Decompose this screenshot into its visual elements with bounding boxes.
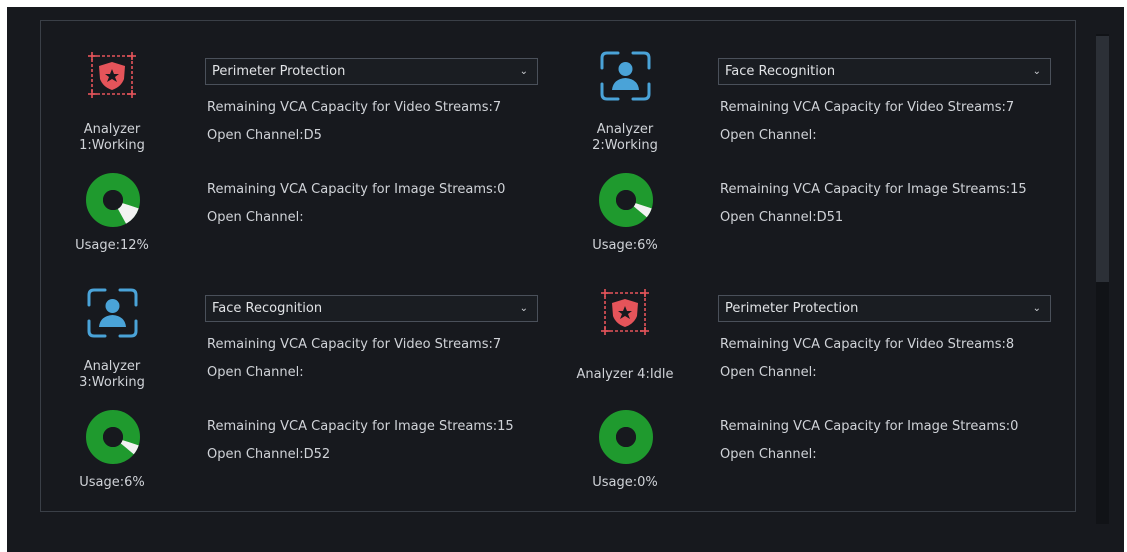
- chevron-down-icon: ⌄: [519, 66, 528, 77]
- image-open-channel: Open Channel:: [207, 210, 304, 225]
- image-open-channel: Open Channel:D52: [207, 447, 331, 462]
- analyzer-name: Analyzer 2:Working: [592, 122, 658, 153]
- usage-label: Usage:12%: [75, 238, 149, 253]
- analyzer-card: Analyzer 4:Idle Usage:0% Perimeter Prote…: [576, 285, 1086, 525]
- scrollbar[interactable]: [1096, 34, 1109, 524]
- chevron-down-icon: ⌄: [1032, 303, 1041, 314]
- analyzer-card: Analyzer 2:Working Usage:6% Face Recogni…: [586, 48, 1086, 288]
- usage-label: Usage:6%: [592, 238, 658, 253]
- image-open-channel: Open Channel:D51: [720, 210, 844, 225]
- analyzer-card: Analyzer 3:Working Usage:6% Face Recogni…: [73, 285, 573, 525]
- video-open-channel: Open Channel:: [207, 365, 304, 380]
- video-capacity: Remaining VCA Capacity for Video Streams…: [720, 337, 1015, 352]
- function-select-value: Perimeter Protection: [212, 64, 346, 79]
- usage-label: Usage:6%: [79, 475, 145, 490]
- function-select[interactable]: Face Recognition ⌄: [205, 295, 538, 322]
- video-open-channel: Open Channel:: [720, 365, 817, 380]
- usage-donut: [598, 409, 654, 465]
- usage-donut: [598, 172, 654, 228]
- function-select-value: Face Recognition: [725, 64, 836, 79]
- video-capacity: Remaining VCA Capacity for Video Streams…: [207, 337, 502, 352]
- function-select[interactable]: Face Recognition ⌄: [718, 58, 1051, 85]
- video-capacity: Remaining VCA Capacity for Video Streams…: [720, 100, 1015, 115]
- analyzer-card: Analyzer 1:Working Usage:12% Perimeter P…: [73, 48, 573, 288]
- face-recognition-icon: [596, 48, 656, 108]
- perimeter-shield-icon: [83, 48, 143, 108]
- image-capacity: Remaining VCA Capacity for Image Streams…: [720, 182, 1027, 197]
- analyzer-name: Analyzer 3:Working: [79, 359, 145, 390]
- chevron-down-icon: ⌄: [519, 303, 528, 314]
- function-select-value: Perimeter Protection: [725, 301, 859, 316]
- chevron-down-icon: ⌄: [1032, 66, 1041, 77]
- analyzer-name: Analyzer 4:Idle: [576, 367, 674, 382]
- usage-donut: [85, 172, 141, 228]
- image-open-channel: Open Channel:: [720, 447, 817, 462]
- scrollbar-thumb[interactable]: [1096, 36, 1109, 282]
- function-select[interactable]: Perimeter Protection ⌄: [205, 58, 538, 85]
- video-open-channel: Open Channel:: [720, 128, 817, 143]
- usage-donut: [85, 409, 141, 465]
- function-select-value: Face Recognition: [212, 301, 323, 316]
- face-recognition-icon: [83, 285, 143, 345]
- usage-label: Usage:0%: [592, 475, 658, 490]
- video-open-channel: Open Channel:D5: [207, 128, 322, 143]
- image-capacity: Remaining VCA Capacity for Image Streams…: [720, 419, 1019, 434]
- video-capacity: Remaining VCA Capacity for Video Streams…: [207, 100, 502, 115]
- image-capacity: Remaining VCA Capacity for Image Streams…: [207, 182, 506, 197]
- perimeter-shield-icon: [596, 285, 656, 345]
- vca-settings-screen: Analyzer 1:Working Usage:12% Perimeter P…: [7, 7, 1124, 552]
- analyzer-name: Analyzer 1:Working: [79, 122, 145, 153]
- image-capacity: Remaining VCA Capacity for Image Streams…: [207, 419, 514, 434]
- function-select[interactable]: Perimeter Protection ⌄: [718, 295, 1051, 322]
